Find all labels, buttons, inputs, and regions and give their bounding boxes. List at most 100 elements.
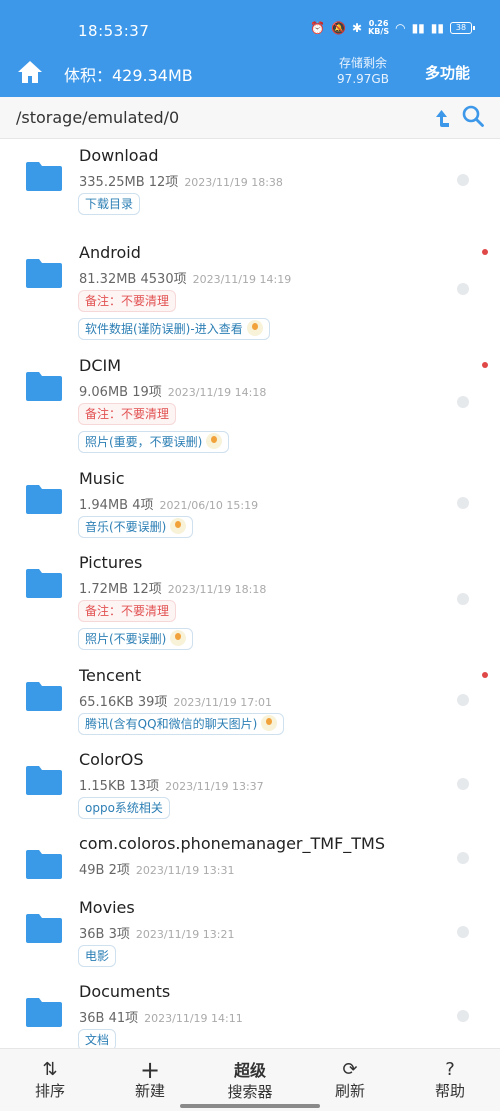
folder-icon	[26, 850, 62, 879]
description-tag[interactable]: 照片(重要，不要误删)	[78, 431, 230, 453]
tag-text: oppo系统相关	[85, 801, 163, 815]
folder-count: 12项	[132, 582, 162, 597]
note-tag: 备注：不要清理	[78, 403, 177, 425]
tag-text: 照片(不要误删)	[85, 632, 167, 646]
folder-meta: 1.72MB 12项 2023/11/19 18:18	[79, 578, 266, 597]
select-radio[interactable]	[457, 593, 469, 605]
folder-icon	[26, 914, 62, 943]
folder-icon	[26, 569, 62, 598]
help-label: 帮助	[434, 1082, 465, 1100]
unread-dot	[482, 672, 488, 678]
folder-name: Movies	[79, 898, 135, 917]
storage-value: 97.97GB	[337, 72, 389, 86]
folder-count: 12项	[148, 175, 179, 190]
help-button[interactable]: ? 帮助	[400, 1049, 500, 1111]
folder-row[interactable]: Documents 36B 41项 2023/11/19 14:11 文档	[0, 976, 500, 1048]
folder-list: Download 335.25MB 12项 2023/11/19 18:38 下载目录…	[0, 140, 500, 1048]
select-radio[interactable]	[457, 926, 469, 938]
folder-size: 49B	[79, 863, 105, 878]
select-radio[interactable]	[457, 1010, 469, 1022]
super-search-button[interactable]: 超级 搜索器	[200, 1049, 300, 1111]
mute-icon: 🔕	[331, 21, 347, 35]
tag-text: 下载目录	[85, 197, 134, 211]
description-tag: 下载目录	[78, 193, 141, 215]
folder-date: 2023/11/19 13:21	[135, 928, 235, 941]
select-radio[interactable]	[457, 852, 469, 864]
sort-label: 排序	[34, 1082, 65, 1100]
folder-icon	[26, 162, 62, 191]
folder-icon	[26, 372, 62, 401]
battery-level: 38	[455, 23, 467, 32]
more-functions-button[interactable]: 多功能	[425, 62, 470, 83]
lightbulb-icon[interactable]	[170, 518, 187, 534]
description-tag: 文档	[78, 1029, 117, 1048]
lightbulb-icon[interactable]	[261, 715, 278, 731]
bluetooth-icon: ✱	[352, 21, 363, 35]
folder-meta: 335.25MB 12项 2023/11/19 18:38	[79, 171, 283, 190]
select-radio[interactable]	[457, 778, 469, 790]
folder-name: Tencent	[79, 666, 142, 685]
network-speed-unit: KB/S	[368, 27, 390, 36]
signal-icon-2: ▮▮	[430, 21, 444, 35]
tag-text: 电影	[85, 949, 110, 963]
home-indicator[interactable]	[180, 1104, 320, 1108]
search-icon[interactable]	[461, 104, 485, 128]
description-tag: oppo系统相关	[78, 797, 170, 819]
unread-dot	[482, 362, 488, 368]
volume-label: 体积：429.34MB	[64, 66, 193, 85]
folder-name: Music	[79, 469, 125, 488]
lightbulb-icon[interactable]	[206, 433, 223, 449]
folder-icon	[26, 766, 62, 795]
description-tag[interactable]: 照片(不要误删)	[78, 628, 194, 650]
go-up-icon[interactable]	[430, 105, 454, 129]
folder-size: 36B	[79, 1011, 105, 1026]
select-radio[interactable]	[457, 174, 469, 186]
folder-count: 13项	[129, 779, 160, 794]
folder-name: DCIM	[79, 356, 122, 375]
refresh-label: 刷新	[334, 1082, 365, 1100]
folder-date: 2023/11/19 13:37	[165, 780, 264, 793]
super-search-label-2: 搜索器	[227, 1083, 273, 1101]
folder-size: 1.15KB	[79, 779, 126, 794]
select-radio[interactable]	[457, 694, 469, 706]
folder-meta: 65.16KB 39项 2023/11/19 17:01	[79, 691, 272, 710]
lightbulb-icon[interactable]	[170, 630, 187, 646]
status-time: 18:53:37	[78, 22, 150, 40]
folder-meta: 1.94MB 4项 2021/06/10 15:19	[79, 494, 258, 513]
folder-row[interactable]: Download 335.25MB 12项 2023/11/19 18:38 下载目录	[0, 140, 500, 250]
description-tag: 电影	[78, 945, 117, 967]
tag-text: 软件数据(谨防误删)-进入查看	[85, 322, 243, 336]
unread-dot	[482, 249, 488, 255]
select-radio[interactable]	[457, 396, 469, 408]
folder-count: 41项	[108, 1011, 139, 1026]
network-speed: 0.26 KB/S	[368, 20, 389, 36]
folder-name: Pictures	[79, 553, 143, 572]
wifi-icon: ◠	[395, 21, 406, 35]
sort-button[interactable]: ⇅ 排序	[0, 1049, 100, 1111]
description-tag[interactable]: 软件数据(谨防误删)-进入查看	[78, 318, 270, 340]
tag-text: 音乐(不要误删)	[85, 520, 167, 534]
folder-count: 39项	[137, 695, 168, 710]
battery-icon: 38	[450, 22, 475, 34]
folder-meta: 81.32MB 4530项 2023/11/19 14:19	[79, 268, 291, 287]
description-tag[interactable]: 腾讯(含有QQ和微信的聊天图片)	[78, 713, 285, 735]
folder-size: 81.32MB	[79, 272, 137, 287]
refresh-button[interactable]: ⟳ 刷新	[300, 1049, 400, 1111]
folder-name: ColorOS	[79, 750, 144, 769]
folder-name: Download	[79, 146, 159, 165]
folder-date: 2023/11/19 14:18	[167, 386, 267, 399]
description-tag[interactable]: 音乐(不要误删)	[78, 516, 194, 538]
select-radio[interactable]	[457, 497, 469, 509]
folder-meta: 49B 2项 2023/11/19 13:31	[79, 859, 235, 878]
folder-count: 3项	[108, 927, 130, 942]
new-button[interactable]: + 新建	[100, 1049, 200, 1111]
current-path[interactable]: /storage/emulated/0	[16, 108, 179, 127]
note-tag: 备注：不要清理	[78, 600, 177, 622]
alarm-icon: ⏰	[310, 21, 326, 35]
home-icon[interactable]	[16, 58, 44, 86]
folder-size: 36B	[79, 927, 105, 942]
status-bar: 18:53:37 ⏰ 🔕 ✱ 0.26 KB/S ◠ ▮▮ ▮▮ 38	[0, 0, 500, 62]
folder-name: com.coloros.phonemanager_TMF_TMS	[79, 834, 386, 853]
lightbulb-icon[interactable]	[246, 320, 263, 336]
select-radio[interactable]	[457, 283, 469, 295]
